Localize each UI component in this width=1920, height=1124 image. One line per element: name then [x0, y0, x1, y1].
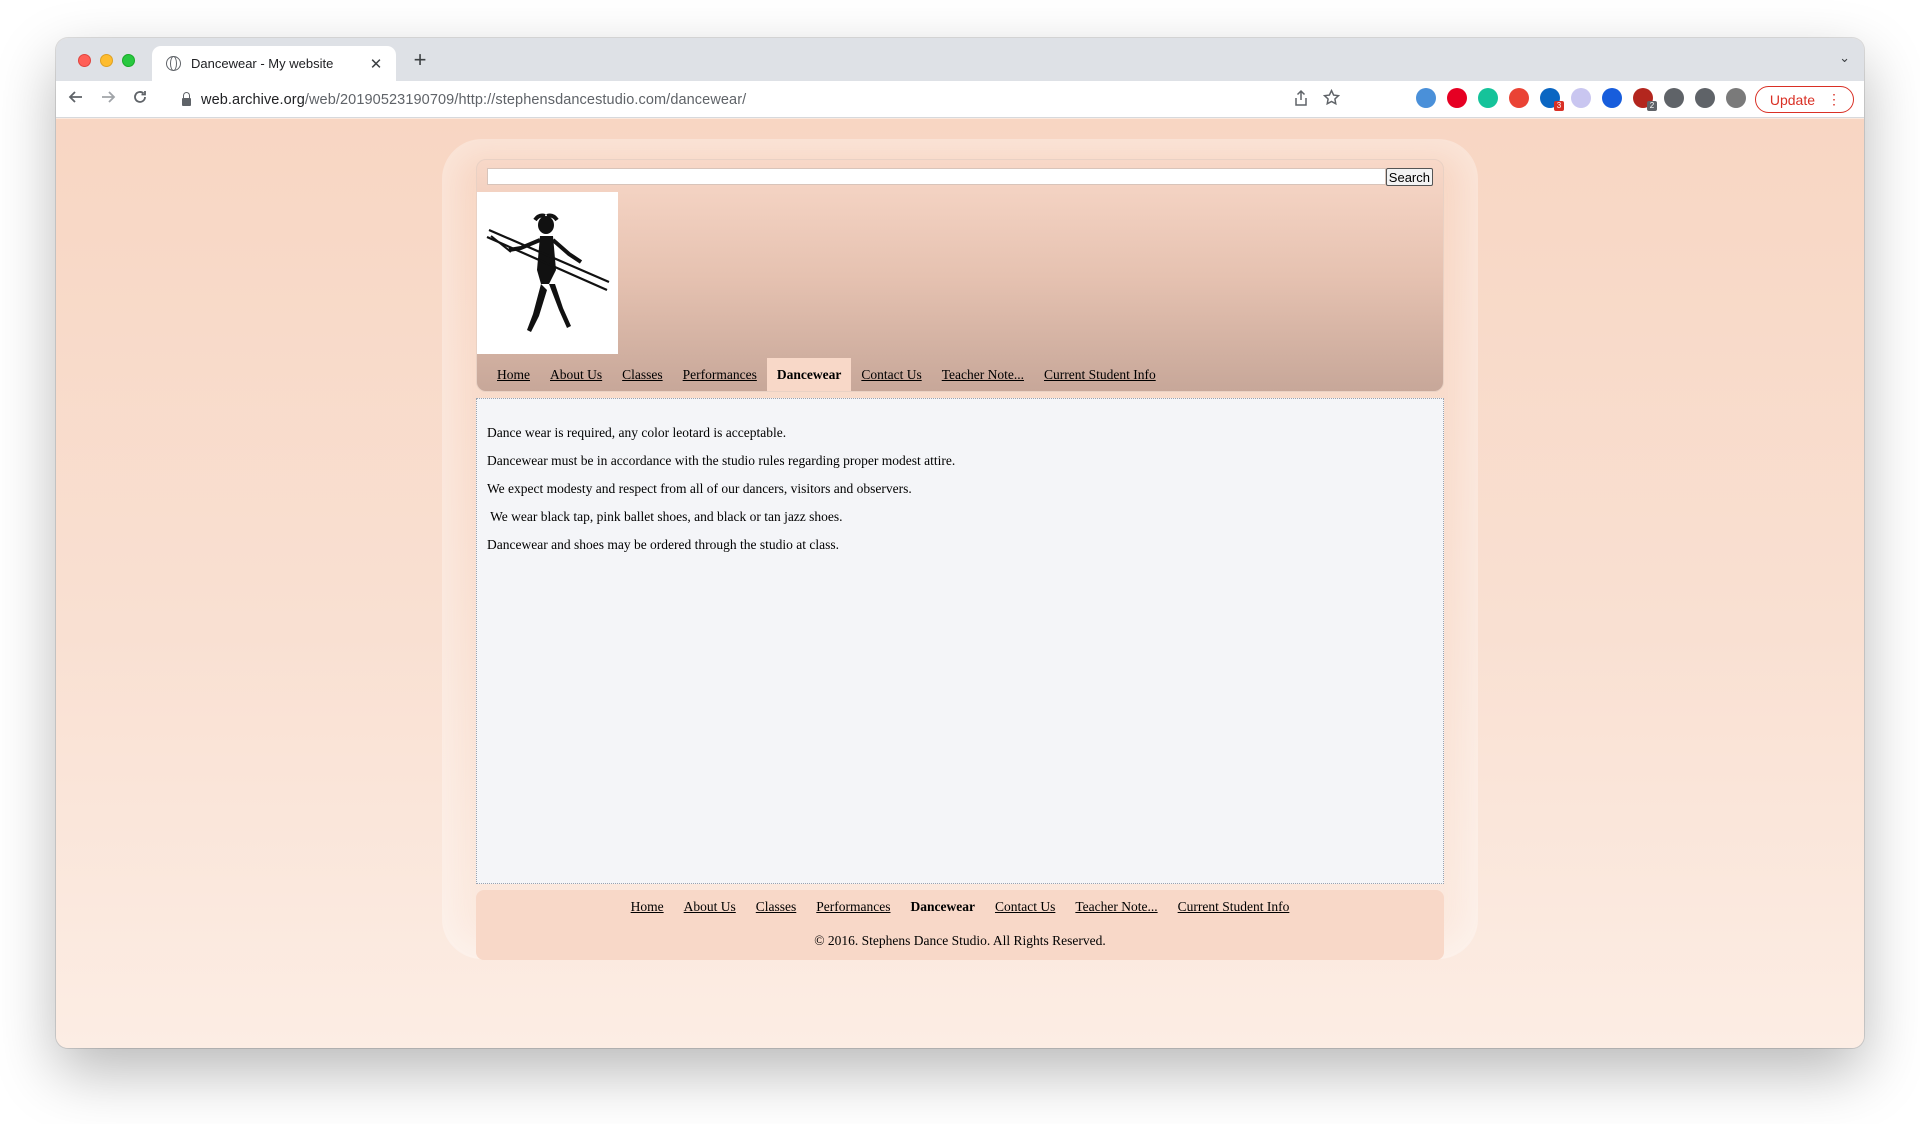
tab-close-icon[interactable]: ✕ — [368, 55, 384, 73]
footer-nav-item-contact-us[interactable]: Contact Us — [985, 899, 1065, 915]
site-container: Search Home About Us Classes Performances D — [476, 159, 1444, 960]
nav-item-performances[interactable]: Performances — [673, 367, 767, 383]
lock-icon — [182, 91, 191, 106]
browser-toolbar: web.archive.org/web/20190523190709/http:… — [56, 81, 1864, 118]
url-path: /web/20190523190709/http://stephensdance… — [304, 91, 747, 108]
dancer-logo-image — [477, 192, 618, 354]
address-bar[interactable]: web.archive.org/web/20190523190709/http:… — [168, 86, 1348, 113]
site-footer: Home About Us Classes Performances Dancewear… — [476, 890, 1444, 960]
content-paragraph: Dancewear must be in accordance with the… — [487, 453, 956, 468]
content-paragraph: Dance wear is required, any color leotar… — [487, 425, 787, 440]
nav-item-home[interactable]: Home — [487, 367, 540, 383]
footer-nav-item-dancewear[interactable]: Dancewear — [901, 899, 985, 915]
extension-badge: 2 — [1647, 101, 1657, 111]
bookmark-star-icon[interactable] — [1323, 89, 1340, 106]
tab-strip: Dancewear - My website ✕ + ⌄ — [56, 38, 1864, 81]
nav-item-teacher-note[interactable]: Teacher Note... — [932, 367, 1034, 383]
reload-icon — [134, 91, 146, 103]
search-input[interactable] — [487, 168, 1386, 185]
tab-search-icon[interactable]: ⌄ — [1839, 50, 1850, 66]
reload-button[interactable] — [128, 87, 152, 111]
footer-nav: Home About Us Classes Performances Dancewear… — [476, 898, 1444, 916]
url-host: web.archive.org — [201, 91, 305, 108]
footer-nav-item-home[interactable]: Home — [621, 899, 674, 915]
omnibox-actions — [1293, 89, 1340, 107]
content-paragraph: We expect modesty and respect from all o… — [487, 481, 912, 496]
nav-item-about-us[interactable]: About Us — [540, 367, 612, 383]
copyright-text: © 2016. Stephens Dance Studio. All Right… — [814, 933, 1106, 948]
footer-nav-item-about-us[interactable]: About Us — [674, 899, 746, 915]
profile-avatar-icon[interactable] — [1726, 88, 1746, 108]
dancer-silhouette-icon — [486, 213, 610, 332]
extension-6-icon[interactable] — [1571, 88, 1591, 108]
minimize-window-button[interactable] — [100, 54, 113, 67]
footer-nav-item-classes[interactable]: Classes — [746, 899, 807, 915]
grammarly-icon[interactable] — [1478, 88, 1498, 108]
forward-arrow-icon — [102, 91, 116, 103]
main-content: Dance wear is required, any color leotar… — [476, 398, 1444, 884]
extension-1-icon[interactable] — [1416, 88, 1436, 108]
footer-nav-item-performances[interactable]: Performances — [806, 899, 900, 915]
main-nav: Home About Us Classes Performances Dancewear… — [477, 358, 1166, 391]
site-header: Search Home About Us Classes Performances D — [476, 159, 1444, 392]
window-controls — [78, 54, 135, 67]
forward-button[interactable] — [96, 87, 120, 111]
content-paragraph: We wear black tap, pink ballet shoes, an… — [487, 509, 843, 524]
zoom-window-button[interactable] — [122, 54, 135, 67]
linkedin-icon[interactable]: 3 — [1540, 88, 1564, 111]
back-button[interactable] — [64, 87, 88, 111]
nav-item-current-student-info[interactable]: Current Student Info — [1034, 367, 1166, 383]
url-text: web.archive.org/web/20190523190709/http:… — [201, 92, 746, 108]
search-button[interactable]: Search — [1385, 168, 1433, 186]
menu-icon[interactable]: ⋮ — [1827, 91, 1841, 108]
reading-list-icon[interactable] — [1695, 88, 1715, 108]
new-tab-button[interactable]: + — [408, 48, 432, 72]
footer-nav-item-current-student-info[interactable]: Current Student Info — [1168, 899, 1300, 915]
nav-item-classes[interactable]: Classes — [612, 367, 673, 383]
puzzle-icon[interactable] — [1664, 88, 1684, 108]
close-window-button[interactable] — [78, 54, 91, 67]
nav-item-dancewear[interactable]: Dancewear — [766, 358, 852, 391]
pinterest-icon[interactable] — [1447, 88, 1467, 108]
shield-extension-icon[interactable]: 2 — [1633, 88, 1657, 111]
globe-icon — [166, 56, 181, 71]
site-search: Search — [487, 168, 1433, 186]
browser-window: Dancewear - My website ✕ + ⌄ web.archive… — [56, 38, 1864, 1048]
gmail-icon[interactable] — [1509, 88, 1529, 108]
update-label: Update — [1769, 91, 1815, 108]
content-paragraph: Dancewear and shoes may be ordered throu… — [487, 537, 840, 552]
page-viewport: Search Home About Us Classes Performances D — [56, 119, 1864, 1048]
tab-title: Dancewear - My website — [191, 56, 334, 71]
bitwarden-icon[interactable] — [1602, 88, 1622, 108]
share-icon[interactable] — [1293, 89, 1309, 107]
extensions-row: 32 — [1416, 88, 1746, 111]
browser-tab[interactable]: Dancewear - My website ✕ — [152, 46, 396, 81]
footer-nav-item-teacher-note[interactable]: Teacher Note... — [1065, 899, 1167, 915]
back-arrow-icon — [68, 91, 82, 103]
extension-badge: 3 — [1554, 101, 1564, 111]
nav-item-contact-us[interactable]: Contact Us — [851, 367, 931, 383]
update-button[interactable]: Update ⋮ — [1754, 86, 1854, 113]
